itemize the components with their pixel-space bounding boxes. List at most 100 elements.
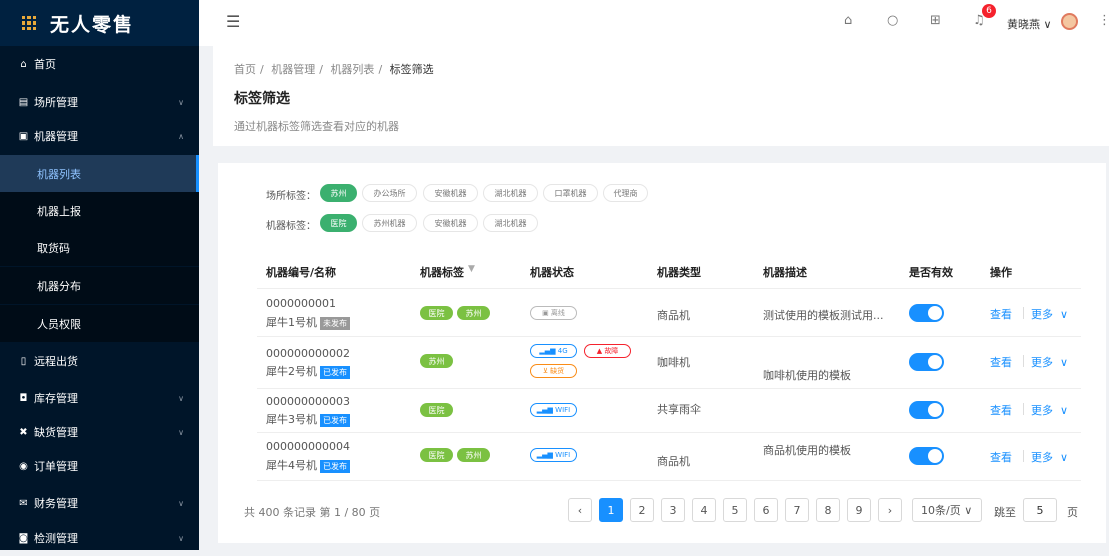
- more-dropdown[interactable]: 更多 ∨: [1031, 306, 1068, 322]
- state-4g: ▂▄▆ 4G: [530, 344, 577, 358]
- menu-item-remote-dispatch[interactable]: ▯ 远程出货: [0, 343, 199, 379]
- machine-tag[interactable]: 湖北机器: [483, 214, 538, 232]
- page-button[interactable]: 7: [785, 498, 809, 522]
- machine-tag-chip: 医院: [420, 403, 453, 417]
- jump-page-input[interactable]: [1023, 498, 1057, 522]
- menu-item-shortage[interactable]: ✖ 缺货管理 ∨: [0, 414, 199, 450]
- page-button[interactable]: 4: [692, 498, 716, 522]
- filter-icon[interactable]: ▼: [468, 264, 475, 274]
- submenu-item-pickup-code[interactable]: 取货码: [0, 229, 199, 266]
- order-icon: ◉: [19, 460, 28, 472]
- row-divider: [257, 388, 1081, 389]
- signal-icon: ▂▄▆: [536, 451, 553, 459]
- user-name: 黄晓燕: [1007, 18, 1040, 31]
- breadcrumb-item[interactable]: 机器列表: [330, 63, 374, 76]
- submenu-item-machine-distribution[interactable]: 机器分布: [0, 267, 199, 304]
- more-label: 更多: [1031, 308, 1053, 321]
- submenu-label: 人员权限: [37, 317, 81, 331]
- more-dropdown[interactable]: 更多 ∨: [1031, 402, 1068, 418]
- machine-name-text: 犀牛1号机: [266, 316, 317, 329]
- page-button[interactable]: 2: [630, 498, 654, 522]
- publish-status-badge: 未发布: [320, 317, 350, 330]
- valid-toggle[interactable]: [909, 401, 944, 419]
- state-offline: ▣ 离线: [530, 306, 577, 320]
- cart-icon: ⊻: [542, 367, 548, 375]
- page-description: 通过机器标签筛选查看对应的机器: [234, 120, 399, 133]
- headset-icon[interactable]: ○: [887, 13, 898, 28]
- column-header: 机器类型: [657, 266, 701, 279]
- page-button[interactable]: 6: [754, 498, 778, 522]
- place-tag-label: 场所标签：: [266, 191, 316, 202]
- page-size-value: 10条/页: [921, 504, 961, 517]
- prev-page-button[interactable]: ‹: [568, 498, 592, 522]
- more-vertical-icon[interactable]: ⋮: [1098, 13, 1109, 28]
- machine-tag[interactable]: 安徽机器: [423, 214, 478, 232]
- more-label: 更多: [1031, 451, 1053, 464]
- signal-icon: ▂▄▆: [536, 406, 553, 414]
- place-tag[interactable]: 办公场所: [362, 184, 417, 202]
- place-tag[interactable]: 安徽机器: [423, 184, 478, 202]
- app-logo: 无人零售: [0, 0, 199, 46]
- place-tag[interactable]: 代理商: [603, 184, 648, 202]
- page-button[interactable]: 3: [661, 498, 685, 522]
- machine-tag-chip: 苏州: [457, 448, 490, 462]
- menu-item-orders[interactable]: ◉ 订单管理: [0, 448, 199, 484]
- page-button[interactable]: 8: [816, 498, 840, 522]
- submenu-item-machine-report[interactable]: 机器上报: [0, 192, 199, 229]
- menu-label: 财务管理: [34, 497, 78, 510]
- menu-label: 检测管理: [34, 532, 78, 545]
- page-title: 标签筛选: [234, 91, 290, 107]
- avatar[interactable]: [1061, 13, 1078, 30]
- column-header: 是否有效: [909, 266, 953, 279]
- machine-description: 商品机使用的模板: [763, 444, 851, 457]
- inventory-icon: ◘: [19, 392, 28, 404]
- menu-item-monitoring[interactable]: ◙ 检测管理 ∨: [0, 520, 199, 556]
- view-link[interactable]: 查看: [990, 402, 1012, 418]
- machine-tag[interactable]: 医院: [320, 214, 357, 232]
- place-tag[interactable]: 湖北机器: [483, 184, 538, 202]
- state-wifi: ▂▄▆ WIFI: [530, 448, 577, 462]
- valid-toggle[interactable]: [909, 353, 944, 371]
- view-link[interactable]: 查看: [990, 449, 1012, 465]
- chevron-right-icon: ›: [887, 503, 893, 517]
- breadcrumb-item[interactable]: 首页: [234, 63, 256, 76]
- menu-item-finance[interactable]: ✉ 财务管理 ∨: [0, 485, 199, 521]
- user-menu[interactable]: 黄晓燕 ∨: [1007, 16, 1052, 32]
- next-page-button[interactable]: ›: [878, 498, 902, 522]
- submenu-item-staff-permissions[interactable]: 人员权限: [0, 305, 199, 342]
- state-text: 离线: [550, 309, 565, 317]
- more-dropdown[interactable]: 更多 ∨: [1031, 354, 1068, 370]
- machine-tag[interactable]: 苏州机器: [362, 214, 417, 232]
- menu-item-places[interactable]: ▤ 场所管理 ∨: [0, 84, 199, 120]
- chevron-down-icon: ∨: [1060, 308, 1069, 321]
- page-size-select[interactable]: 10条/页 ∨: [912, 498, 982, 522]
- offline-icon: ▣: [542, 309, 549, 317]
- machine-type: 共享雨伞: [657, 403, 701, 416]
- divider: [1023, 307, 1024, 319]
- more-dropdown[interactable]: 更多 ∨: [1031, 449, 1068, 465]
- menu-item-home[interactable]: ⌂ 首页: [0, 46, 199, 82]
- store-icon: ▤: [18, 96, 29, 108]
- menu-toggle-icon[interactable]: ☰: [226, 12, 240, 31]
- publish-status-badge: 已发布: [320, 414, 350, 427]
- valid-toggle[interactable]: [909, 304, 944, 322]
- page-button[interactable]: 5: [723, 498, 747, 522]
- page-button[interactable]: 1: [599, 498, 623, 522]
- apps-grid-icon[interactable]: ⊞: [930, 13, 941, 28]
- menu-item-machines[interactable]: ▣ 机器管理 ∧: [0, 118, 199, 154]
- place-tag[interactable]: 口罩机器: [543, 184, 598, 202]
- view-link[interactable]: 查看: [990, 354, 1012, 370]
- home-icon: ⌂: [20, 58, 27, 70]
- menu-label: 订单管理: [34, 460, 78, 473]
- view-link[interactable]: 查看: [990, 306, 1012, 322]
- valid-toggle[interactable]: [909, 447, 944, 465]
- chevron-down-icon: ∨: [1060, 451, 1069, 464]
- page-button[interactable]: 9: [847, 498, 871, 522]
- submenu-item-machine-list[interactable]: 机器列表: [0, 155, 199, 192]
- divider: [1023, 403, 1024, 415]
- home-icon[interactable]: ⌂: [844, 13, 852, 28]
- menu-item-inventory[interactable]: ◘ 库存管理 ∨: [0, 380, 199, 416]
- place-tag[interactable]: 苏州: [320, 184, 357, 202]
- breadcrumb-item[interactable]: 机器管理: [271, 63, 315, 76]
- page-header: 首页 / 机器管理 / 机器列表 / 标签筛选 标签筛选 通过机器标签筛选查看对应的机…: [213, 46, 1109, 146]
